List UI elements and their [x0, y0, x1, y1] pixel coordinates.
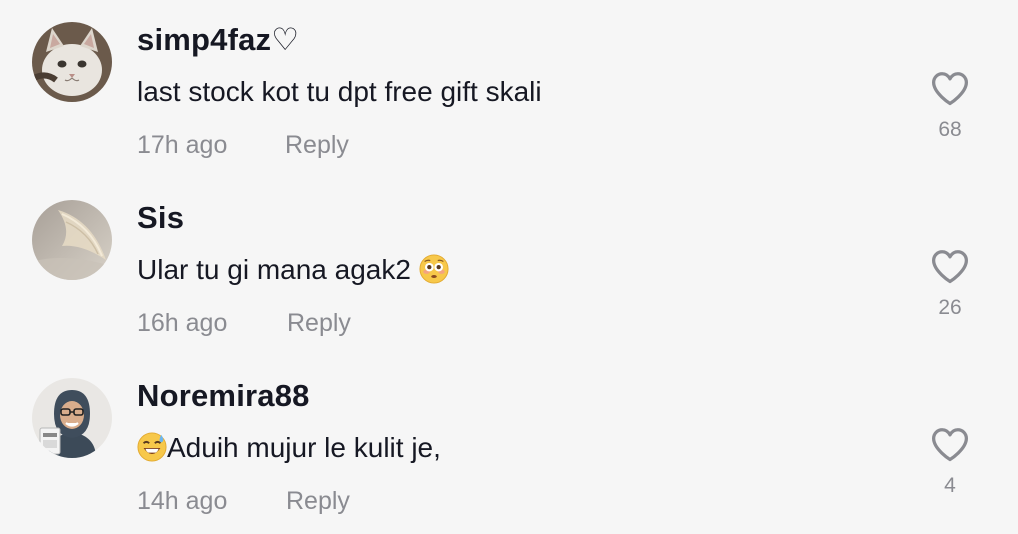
comment-text: last stock kot tu dpt free gift skali	[137, 76, 542, 108]
comment-item: Sis Ular tu gi mana agak2 16h ago Reply …	[0, 178, 1018, 356]
comment-meta: 16h ago Reply	[137, 309, 351, 338]
comment-text: Ular tu gi mana agak2	[137, 254, 449, 286]
cat-avatar-image	[32, 22, 112, 102]
comment-text-content: Aduih mujur le kulit je,	[167, 432, 441, 463]
heart-icon[interactable]	[928, 248, 972, 284]
comment-username[interactable]: Sis	[137, 200, 184, 236]
comment-timestamp: 14h ago	[137, 487, 228, 515]
comment-item: simp4faz♡ last stock kot tu dpt free gif…	[0, 0, 1018, 178]
comment-timestamp: 16h ago	[137, 309, 228, 337]
like-control[interactable]: 4	[928, 426, 972, 498]
comment-meta: 14h ago Reply	[137, 487, 350, 516]
comment-timestamp: 17h ago	[137, 131, 228, 159]
reply-button[interactable]: Reply	[286, 487, 350, 516]
heart-icon[interactable]	[928, 426, 972, 462]
reply-button[interactable]: Reply	[287, 309, 351, 338]
comment-username[interactable]: Noremira88	[137, 378, 310, 414]
like-control[interactable]: 26	[928, 248, 972, 320]
like-count: 26	[938, 296, 962, 319]
comment-username[interactable]: simp4faz♡	[137, 22, 299, 58]
avatar[interactable]	[32, 378, 112, 458]
comment-meta: 17h ago Reply	[137, 131, 349, 160]
avatar[interactable]	[32, 22, 112, 102]
heart-icon[interactable]	[928, 70, 972, 106]
like-control[interactable]: 68	[928, 70, 972, 142]
abstract-avatar-image	[32, 200, 112, 280]
comment-item: Noremira88 Aduih mujur le kulit je, 14h …	[0, 356, 1018, 534]
flushed-face-emoji-icon	[419, 254, 449, 284]
comment-text-content: Ular tu gi mana agak2	[137, 254, 411, 285]
like-count: 68	[938, 118, 962, 141]
comment-text: Aduih mujur le kulit je,	[137, 432, 441, 464]
sweat-smile-emoji-icon	[137, 432, 167, 462]
like-count: 4	[944, 474, 956, 497]
person-avatar-image	[32, 378, 112, 458]
avatar[interactable]	[32, 200, 112, 280]
comment-text-content: last stock kot tu dpt free gift skali	[137, 76, 542, 107]
reply-button[interactable]: Reply	[285, 131, 349, 160]
